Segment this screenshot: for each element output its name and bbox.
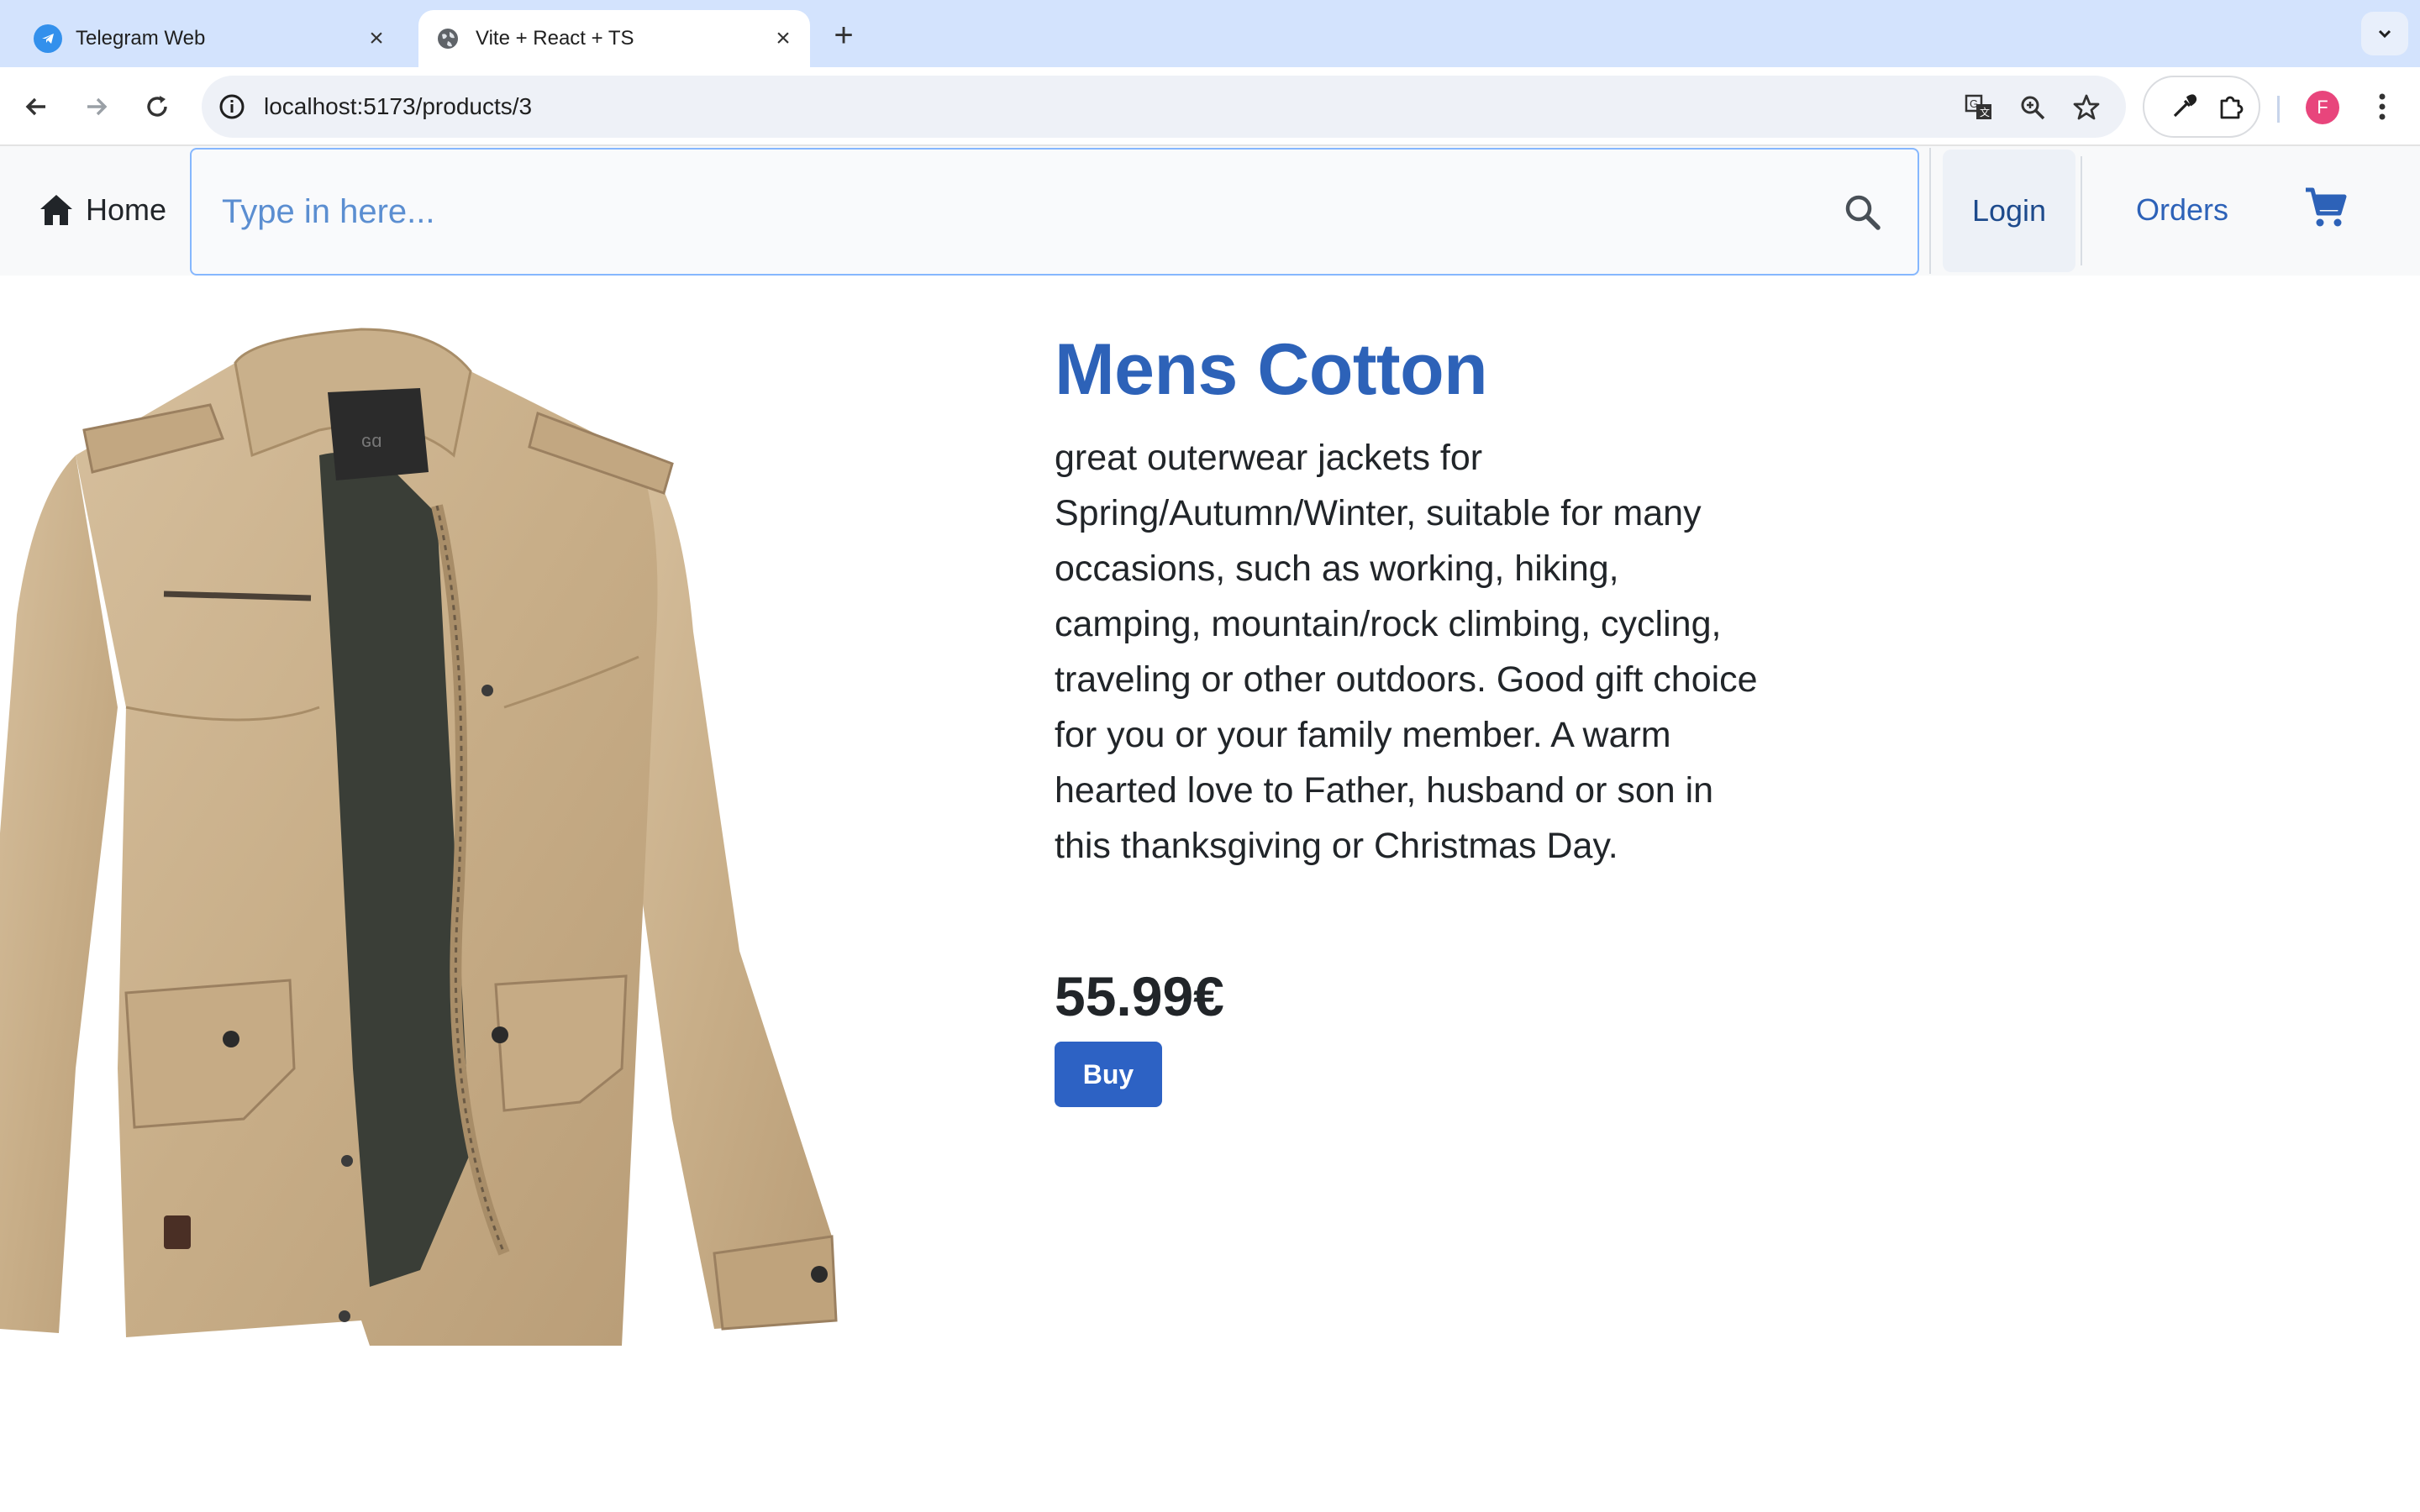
arrow-left-icon	[25, 97, 45, 116]
close-tab-icon[interactable]: ×	[766, 22, 800, 55]
arrow-right-icon	[87, 97, 108, 116]
nav-divider	[2081, 156, 2082, 265]
search-icon[interactable]	[1842, 192, 1882, 232]
home-link[interactable]: Home	[37, 188, 166, 232]
site-info-icon[interactable]	[217, 92, 247, 122]
tab-title: Vite + React + TS	[476, 27, 634, 50]
tab-search-button[interactable]	[2361, 12, 2408, 55]
kebab-menu-icon	[2379, 93, 2386, 120]
search-bar	[190, 148, 1919, 276]
tab-telegram-web[interactable]: Telegram Web ×	[20, 10, 403, 67]
globe-icon	[434, 24, 462, 53]
chevron-down-icon	[2378, 29, 2391, 39]
home-icon	[40, 195, 72, 225]
translate-icon[interactable]: G文	[1963, 92, 1995, 123]
forward-button[interactable]	[77, 87, 116, 126]
search-input[interactable]	[192, 150, 1842, 274]
product-info: Mens Cotton great outerwear jackets for …	[1055, 328, 1760, 874]
shopping-cart-icon[interactable]	[2302, 185, 2348, 230]
address-bar[interactable]: localhost:5173/products/3 G文	[202, 76, 2126, 138]
new-tab-button[interactable]: +	[825, 17, 862, 54]
reload-button[interactable]	[138, 87, 176, 126]
url-text: localhost:5173/products/3	[264, 93, 533, 119]
product-price: 55.99€	[1055, 965, 1224, 1027]
svg-text:ɢɑ: ɢɑ	[361, 430, 382, 451]
bookmark-star-icon[interactable]	[2070, 92, 2102, 123]
product-title: Mens Cotton	[1055, 329, 1488, 410]
home-label: Home	[86, 192, 167, 227]
buy-button[interactable]: Buy	[1055, 1042, 1162, 1107]
telegram-icon	[34, 24, 62, 53]
tab-title: Telegram Web	[76, 27, 206, 50]
browser-tabstrip: Telegram Web × Vite + React + TS × +	[0, 0, 2420, 67]
eyedropper-icon[interactable]	[2168, 91, 2200, 123]
orders-link[interactable]: Orders	[2136, 188, 2228, 232]
browser-toolbar: localhost:5173/products/3 G文 F	[0, 67, 2420, 146]
browser-menu-button[interactable]	[2363, 87, 2402, 126]
svg-text:文: 文	[1980, 106, 1990, 118]
zoom-icon[interactable]	[2017, 92, 2049, 123]
app-navbar: Home Login Orders	[0, 146, 2420, 276]
tab-vite-react[interactable]: Vite + React + TS ×	[418, 10, 810, 67]
login-link[interactable]: Login	[1943, 150, 2075, 272]
nav-divider	[1929, 148, 1931, 274]
extensions-group	[2143, 76, 2260, 138]
close-tab-icon[interactable]: ×	[360, 22, 393, 55]
toolbar-divider	[2277, 96, 2280, 123]
profile-avatar[interactable]: F	[2306, 91, 2339, 124]
product-description: great outerwear jackets for Spring/Autum…	[1055, 438, 1758, 866]
product-image: ɢɑ	[0, 328, 838, 1346]
back-button[interactable]	[17, 87, 55, 126]
reload-icon	[147, 96, 167, 117]
puzzle-extension-icon[interactable]	[2215, 91, 2247, 123]
